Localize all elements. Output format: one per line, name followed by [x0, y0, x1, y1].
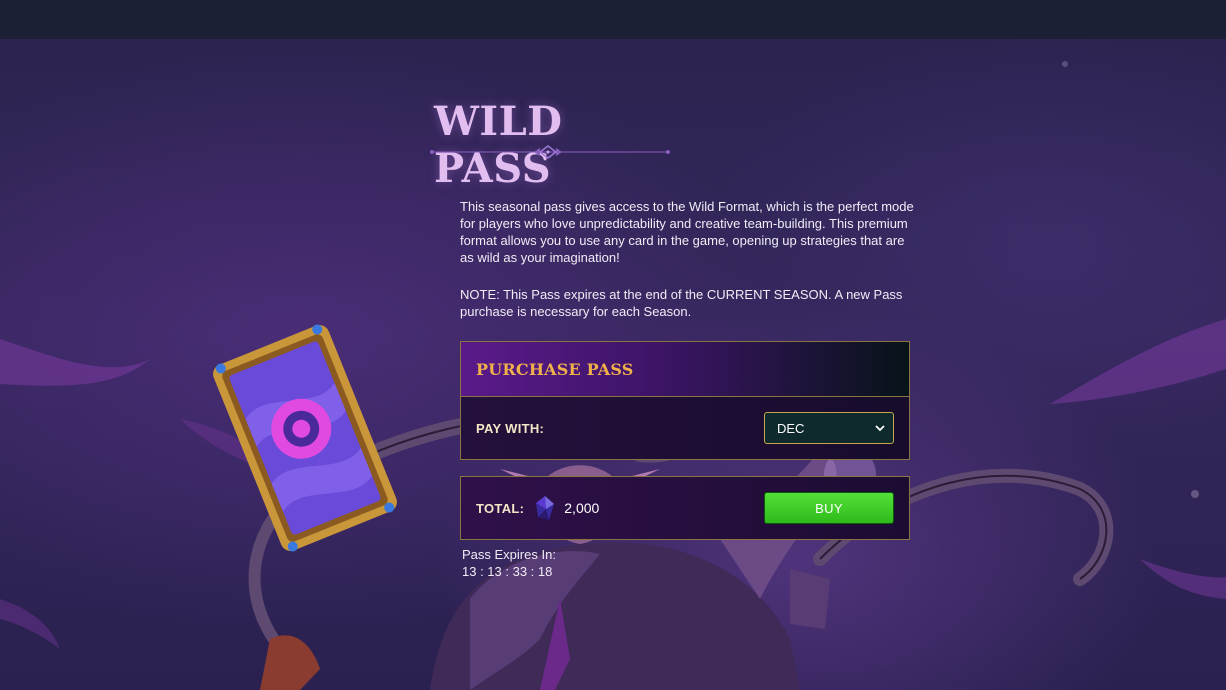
season-expiry-note: NOTE: This Pass expires at the end of th…: [460, 287, 903, 319]
total-amount: 2,000: [564, 500, 600, 516]
dec-crystal-icon: [536, 496, 555, 520]
buy-button[interactable]: BUY: [764, 492, 894, 524]
title-divider-ornament: [430, 145, 670, 159]
chevron-down-icon: [875, 425, 885, 432]
total-row: TOTAL: 2,000 BUY: [460, 476, 910, 540]
expiry-countdown: 13 : 13 : 33 : 18: [462, 564, 553, 579]
pay-with-row: PAY WITH: DEC: [461, 397, 909, 459]
purchase-panel-header: PURCHASE PASS: [461, 342, 909, 397]
currency-select-value: DEC: [777, 420, 805, 436]
purchase-panel: PURCHASE PASS PAY WITH: DEC: [460, 341, 910, 460]
currency-select[interactable]: DEC: [764, 412, 894, 444]
top-navigation-bar: [0, 0, 1226, 39]
pass-description: This seasonal pass gives access to the W…: [460, 199, 914, 265]
purchase-pass-heading: PURCHASE PASS: [476, 359, 634, 379]
total-label: TOTAL:: [476, 500, 525, 516]
wild-pass-ticket-icon: [213, 324, 397, 552]
expiry-label: Pass Expires In:: [462, 547, 556, 562]
pass-expiry: Pass Expires In: 13 : 13 : 33 : 18: [462, 546, 556, 580]
pay-with-label: PAY WITH:: [476, 420, 545, 436]
